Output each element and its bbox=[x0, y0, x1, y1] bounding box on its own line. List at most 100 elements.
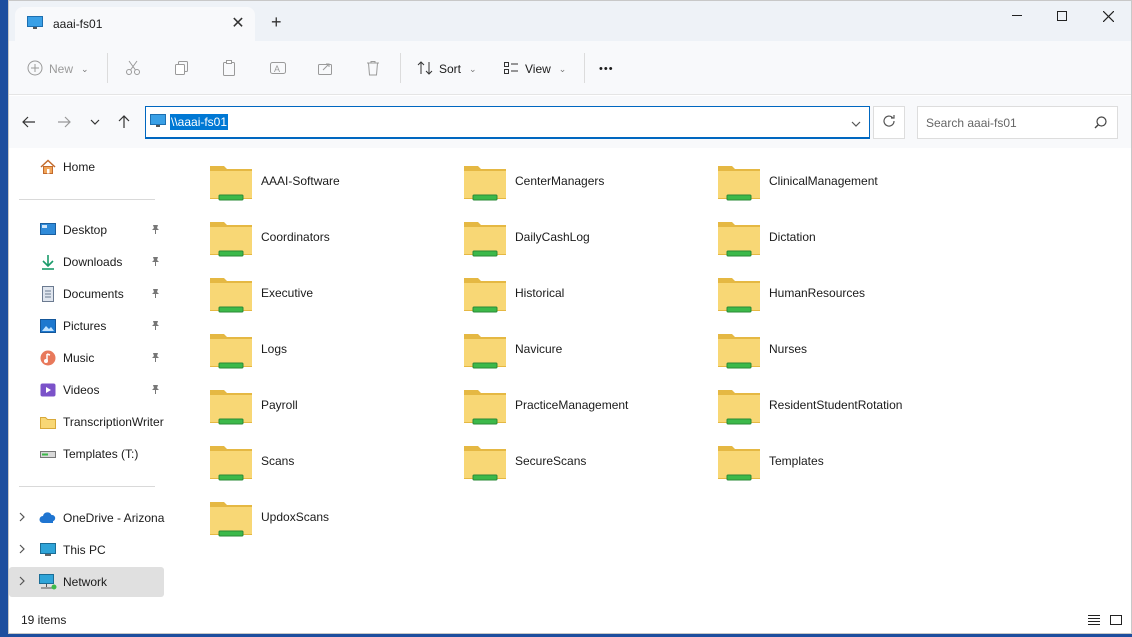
recent-locations-chevron-icon[interactable] bbox=[85, 112, 105, 132]
folder-name: Coordinators bbox=[261, 230, 330, 244]
folder-name: DailyCashLog bbox=[515, 230, 590, 244]
new-button[interactable]: New ⌄ bbox=[27, 55, 89, 83]
search-input[interactable] bbox=[926, 115, 1086, 130]
more-options-button[interactable]: ••• bbox=[599, 55, 614, 83]
chevron-right-icon[interactable] bbox=[19, 576, 25, 589]
sidebar-item-label: Videos bbox=[63, 383, 100, 397]
folder-item[interactable]: Dictation bbox=[717, 218, 967, 268]
address-bar[interactable]: \\aaai-fs01 bbox=[145, 106, 870, 139]
folder-item[interactable]: AAAI-Software bbox=[209, 162, 459, 212]
up-arrow-icon[interactable] bbox=[114, 112, 134, 132]
rename-button[interactable]: A bbox=[269, 55, 287, 83]
chevron-right-icon[interactable] bbox=[19, 544, 25, 557]
folder-item[interactable]: Navicure bbox=[463, 330, 713, 380]
folder-name: CenterManagers bbox=[515, 174, 605, 188]
copy-button[interactable] bbox=[174, 55, 190, 83]
onedrive-icon bbox=[39, 509, 57, 527]
folder-item[interactable]: Scans bbox=[209, 442, 459, 492]
tab-title: aaai-fs01 bbox=[53, 17, 103, 31]
sort-label: Sort bbox=[439, 62, 462, 76]
pin-icon[interactable] bbox=[151, 320, 160, 333]
pc-icon bbox=[39, 541, 57, 559]
tab-aaai-fs01[interactable]: aaai-fs01 ✕ bbox=[15, 7, 255, 41]
folder-item[interactable]: PracticeManagement bbox=[463, 386, 713, 436]
folder-item[interactable]: DailyCashLog bbox=[463, 218, 713, 268]
sidebar-item-label: Home bbox=[63, 160, 96, 174]
large-icons-view-icon[interactable] bbox=[1107, 612, 1125, 628]
paste-button[interactable] bbox=[221, 55, 237, 83]
view-label: View bbox=[525, 62, 551, 76]
folder-name: HumanResources bbox=[769, 286, 866, 300]
address-dropdown-icon[interactable] bbox=[851, 116, 861, 130]
sidebar-item-network[interactable]: Network bbox=[9, 567, 164, 597]
folder-item[interactable]: CenterManagers bbox=[463, 162, 713, 212]
forward-arrow-icon[interactable] bbox=[54, 112, 74, 132]
folder-item[interactable]: HumanResources bbox=[717, 274, 967, 324]
view-button[interactable]: View ⌄ bbox=[503, 55, 566, 83]
folder-item[interactable]: Executive bbox=[209, 274, 459, 324]
folder-item[interactable]: UpdoxScans bbox=[209, 498, 459, 548]
sidebar-item-desktop[interactable]: Desktop bbox=[39, 215, 164, 245]
folder-item[interactable]: Logs bbox=[209, 330, 459, 380]
close-window-icon[interactable] bbox=[1085, 1, 1131, 31]
shared-folder-icon bbox=[463, 162, 507, 202]
shared-folder-icon bbox=[717, 218, 761, 258]
sidebar-item-home[interactable]: Home bbox=[39, 152, 164, 182]
back-arrow-icon[interactable] bbox=[19, 112, 39, 132]
sidebar-item-downloads[interactable]: Downloads bbox=[39, 247, 164, 277]
folder-icon bbox=[39, 413, 57, 431]
delete-button[interactable] bbox=[365, 55, 381, 83]
folder-item[interactable]: Templates bbox=[717, 442, 967, 492]
search-icon[interactable] bbox=[1094, 116, 1107, 132]
network-icon bbox=[39, 573, 57, 591]
sidebar-item-label: Network bbox=[63, 575, 108, 589]
sidebar-item-videos[interactable]: Videos bbox=[39, 375, 164, 405]
sort-button[interactable]: Sort ⌄ bbox=[417, 55, 477, 83]
pin-icon[interactable] bbox=[151, 384, 160, 397]
chevron-right-icon[interactable] bbox=[19, 512, 25, 525]
sidebar-item-this-pc[interactable]: This PC bbox=[9, 535, 164, 565]
pin-icon[interactable] bbox=[151, 288, 160, 301]
sidebar-item-label: Music bbox=[63, 351, 95, 365]
chevron-down-icon: ⌄ bbox=[81, 63, 89, 74]
folder-name: Templates bbox=[769, 454, 824, 468]
minimize-icon[interactable] bbox=[994, 1, 1040, 31]
search-box[interactable] bbox=[917, 106, 1118, 139]
folder-item[interactable]: ResidentStudentRotation bbox=[717, 386, 967, 436]
address-path[interactable]: \\aaai-fs01 bbox=[170, 114, 229, 130]
pictures-icon bbox=[39, 317, 57, 335]
sidebar-item-templates-t[interactable]: Templates (T:) bbox=[39, 439, 164, 469]
sidebar-item-documents[interactable]: Documents bbox=[39, 279, 164, 309]
folder-item[interactable]: ClinicalManagement bbox=[717, 162, 967, 212]
details-view-icon[interactable] bbox=[1085, 612, 1103, 628]
sidebar-item-music[interactable]: Music bbox=[39, 343, 164, 373]
folder-name: Dictation bbox=[769, 230, 816, 244]
folder-item[interactable]: SecureScans bbox=[463, 442, 713, 492]
sidebar-item-pictures[interactable]: Pictures bbox=[39, 311, 164, 341]
folder-item[interactable]: Nurses bbox=[717, 330, 967, 380]
pin-icon[interactable] bbox=[151, 224, 160, 237]
paste-icon bbox=[221, 59, 237, 79]
folder-name: Logs bbox=[261, 342, 288, 356]
maximize-icon[interactable] bbox=[1039, 1, 1085, 31]
drive-icon bbox=[39, 445, 57, 463]
folder-item[interactable]: Payroll bbox=[209, 386, 459, 436]
home-icon bbox=[39, 158, 57, 176]
sidebar-item-transcriptionwriter[interactable]: TranscriptionWriter bbox=[39, 407, 164, 437]
shared-folder-icon bbox=[209, 330, 253, 370]
new-tab-icon[interactable]: + bbox=[271, 13, 282, 31]
folder-name: Navicure bbox=[515, 342, 563, 356]
folder-name: Nurses bbox=[769, 342, 808, 356]
download-icon bbox=[39, 253, 57, 271]
videos-icon bbox=[39, 381, 57, 399]
share-button[interactable] bbox=[317, 55, 333, 83]
folder-item[interactable]: Coordinators bbox=[209, 218, 459, 268]
refresh-button[interactable] bbox=[873, 106, 905, 139]
sidebar-item-onedrive-arizona[interactable]: OneDrive - Arizona bbox=[9, 503, 164, 533]
tab-close-icon[interactable]: ✕ bbox=[229, 15, 247, 33]
cut-button[interactable] bbox=[125, 55, 141, 83]
pin-icon[interactable] bbox=[151, 352, 160, 365]
pin-icon[interactable] bbox=[151, 256, 160, 269]
shared-folder-icon bbox=[717, 330, 761, 370]
folder-item[interactable]: Historical bbox=[463, 274, 713, 324]
